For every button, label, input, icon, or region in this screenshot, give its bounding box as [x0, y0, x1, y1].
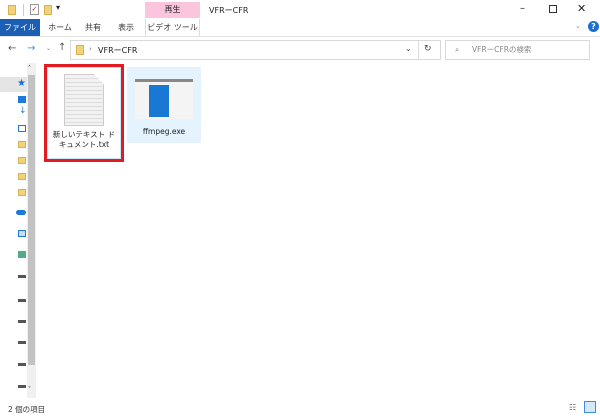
search-placeholder: VFRーCFRの検索 [472, 45, 532, 54]
ribbon-divider [0, 36, 600, 37]
expand-ribbon-icon[interactable]: ⌄ [575, 22, 581, 30]
drive-icon[interactable] [18, 363, 26, 366]
downloads-icon[interactable]: ↓ [19, 106, 27, 116]
recent-locations-button[interactable]: ⌄ [46, 45, 51, 52]
folder-icon[interactable] [18, 157, 26, 164]
forward-button[interactable]: → [27, 43, 35, 54]
search-icon: ⌕ [455, 45, 460, 54]
nav-scrollbar[interactable]: ˄ ˅ [27, 63, 36, 398]
details-view-button[interactable]: ☷ [569, 403, 576, 412]
exe-icon [135, 79, 193, 119]
large-icons-view-button[interactable] [584, 401, 596, 413]
window-title: VFRーCFR [209, 6, 249, 15]
folder-icon[interactable] [18, 141, 26, 148]
up-button[interactable]: ↑ [58, 42, 66, 53]
address-dropdown-icon[interactable]: ⌄ [405, 44, 412, 53]
customize-quick-access-icon[interactable]: ▾ [56, 3, 60, 12]
divider [23, 4, 24, 16]
file-name: ffmpeg.exe [142, 127, 186, 136]
scroll-up-icon[interactable]: ˄ [28, 65, 31, 72]
close-button[interactable]: ✕ [577, 2, 586, 15]
minimize-button[interactable]: – [520, 3, 525, 14]
tab-file[interactable]: ファイル [0, 19, 40, 36]
tab-video-tools[interactable]: ビデオ ツール [145, 19, 200, 36]
breadcrumb-chevron-icon[interactable]: › [89, 45, 92, 53]
address-bar[interactable]: › VFRーCFR ⌄ ↻ [70, 40, 441, 60]
folder-icon [8, 5, 16, 15]
drive-icon[interactable] [18, 385, 26, 388]
text-document-icon [64, 74, 104, 126]
drive-icon[interactable] [18, 341, 26, 344]
properties-icon[interactable]: ✓ [30, 4, 39, 15]
star-icon: ★ [17, 78, 26, 89]
folder-icon[interactable] [18, 173, 26, 180]
help-icon[interactable]: ? [588, 21, 599, 32]
folder-icon [76, 45, 84, 55]
back-button[interactable]: ← [8, 43, 16, 54]
tab-share[interactable]: 共有 [78, 19, 108, 36]
file-item-text-document[interactable]: 新しいテキスト ドキュメント.txt [47, 67, 121, 159]
scrollbar-thumb[interactable] [28, 75, 35, 365]
item-count: 2 個の項目 [8, 405, 46, 414]
maximize-button[interactable] [549, 5, 557, 13]
context-tab-header: 再生 [145, 2, 200, 18]
new-folder-icon[interactable] [44, 5, 52, 15]
drive-icon[interactable] [18, 320, 26, 323]
this-pc-icon[interactable] [18, 230, 26, 237]
divider [418, 41, 419, 59]
folder-icon[interactable] [18, 189, 26, 196]
desktop-icon[interactable] [18, 96, 26, 103]
navigation-pane: ★ ↓ ˄ ˅ [0, 63, 37, 398]
tab-view[interactable]: 表示 [110, 19, 142, 36]
tab-home[interactable]: ホーム [42, 19, 78, 36]
nav-item-quick-access[interactable]: ★ [0, 77, 27, 92]
network-icon[interactable] [18, 251, 26, 258]
documents-icon[interactable] [18, 125, 26, 132]
breadcrumb-folder[interactable]: VFRーCFR [98, 45, 137, 56]
search-input[interactable]: ⌕ VFRーCFRの検索 [445, 40, 590, 60]
refresh-button[interactable]: ↻ [424, 44, 432, 54]
file-name: 新しいテキスト ドキュメント.txt [52, 130, 116, 149]
drive-icon[interactable] [18, 299, 26, 302]
onedrive-icon[interactable] [16, 210, 26, 215]
file-item-ffmpeg[interactable]: ffmpeg.exe [127, 67, 201, 143]
scroll-down-icon[interactable]: ˅ [28, 386, 31, 393]
drive-icon[interactable] [18, 275, 26, 278]
